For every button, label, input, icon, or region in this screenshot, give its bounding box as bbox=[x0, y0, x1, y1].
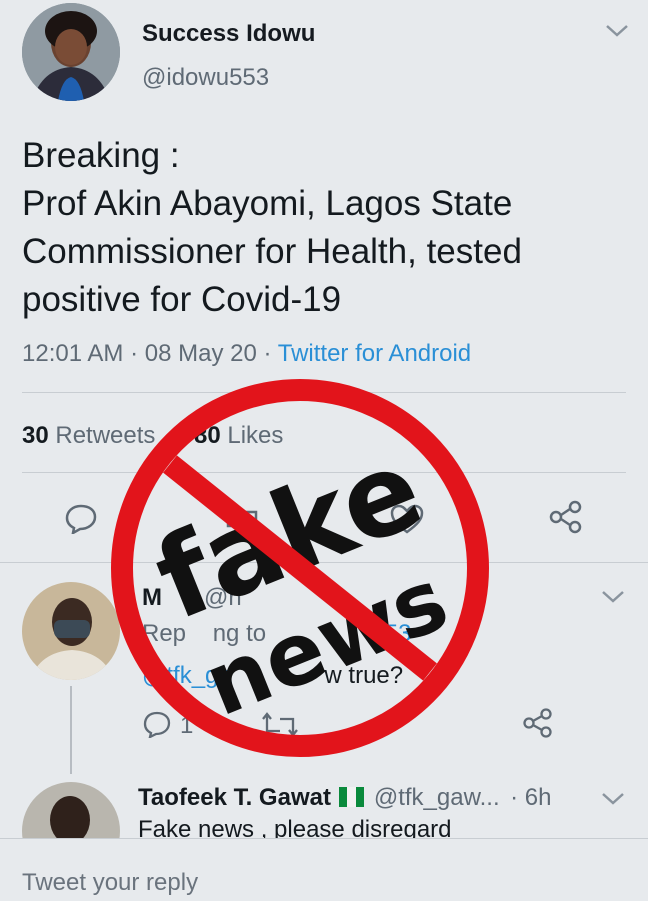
divider bbox=[22, 392, 626, 393]
reply1-reply-count: 1 bbox=[180, 712, 194, 739]
replying-to-text: Rep bbox=[142, 620, 187, 647]
stamp-graphic: fake news bbox=[111, 379, 489, 757]
retweet-icon[interactable] bbox=[262, 712, 298, 738]
retweet-icon[interactable] bbox=[222, 504, 262, 534]
tweet-line: positive for Covid-19 bbox=[22, 280, 342, 319]
reply1-name[interactable]: M bbox=[142, 584, 162, 612]
reply2-name[interactable]: Taofeek T. Gawat bbox=[138, 784, 331, 811]
reply1-mention[interactable]: @tfk_ga bbox=[142, 662, 232, 689]
retweet-label: Retweets bbox=[55, 422, 156, 449]
tweet-meta: 12:01 AM · 08 May 20 · Twitter for Andro… bbox=[22, 340, 471, 368]
nigeria-flag-icon bbox=[339, 787, 365, 812]
like-icon[interactable] bbox=[390, 504, 424, 534]
tweet-line: Prof Akin Abayomi, Lagos State bbox=[22, 184, 513, 223]
divider bbox=[0, 562, 648, 563]
author-handle[interactable]: @idowu553 bbox=[142, 64, 269, 92]
fake-news-stamp: fake news bbox=[104, 372, 496, 764]
reply-avatar[interactable] bbox=[22, 582, 120, 680]
chevron-down-icon[interactable] bbox=[600, 588, 626, 606]
stamp-text-fake: fake bbox=[139, 423, 440, 645]
avatar-portrait bbox=[22, 3, 120, 101]
tweet-line: Breaking : bbox=[22, 136, 180, 175]
replying-to-text: ng to bbox=[212, 620, 267, 647]
reply1-handle[interactable]: @ri bbox=[204, 584, 242, 612]
compose-placeholder[interactable]: Tweet your reply bbox=[22, 869, 198, 897]
chevron-down-icon[interactable] bbox=[600, 790, 626, 808]
reply-icon[interactable] bbox=[64, 502, 98, 534]
reply-icon[interactable] bbox=[142, 710, 172, 738]
tweet-source-link[interactable]: Twitter for Android bbox=[278, 340, 471, 367]
like-stat[interactable]: 80 Likes bbox=[194, 422, 283, 450]
share-icon[interactable] bbox=[522, 708, 554, 738]
author-name[interactable]: Success Idowu bbox=[142, 20, 315, 48]
retweet-stat[interactable]: 30 Retweets bbox=[22, 422, 155, 450]
reply1-body: w true? bbox=[324, 662, 404, 689]
tweet-line: Commissioner for Health, tested bbox=[22, 232, 522, 271]
chevron-down-icon[interactable] bbox=[604, 22, 630, 40]
reply2-handle[interactable]: @tfk_gaw... bbox=[374, 784, 500, 811]
author-avatar[interactable] bbox=[22, 3, 120, 101]
tweet-date: 08 May 20 bbox=[144, 340, 257, 367]
share-icon[interactable] bbox=[548, 500, 584, 534]
replying-to: Rep ng to 53 bbox=[142, 620, 411, 648]
reply2-header: Taofeek T. Gawat @tfk_gaw... · 6h bbox=[138, 784, 551, 812]
replying-to-handle[interactable]: 53 bbox=[385, 620, 412, 647]
reply2-time: · 6h bbox=[510, 784, 552, 811]
meta-separator: · bbox=[130, 340, 139, 367]
retweet-count: 30 bbox=[22, 422, 49, 449]
meta-separator: · bbox=[263, 340, 272, 367]
tweet-time: 12:01 AM bbox=[22, 340, 124, 367]
avatar-portrait bbox=[22, 582, 120, 680]
divider bbox=[22, 472, 626, 473]
reply1-text: @tfk_ga w true? bbox=[142, 662, 403, 690]
like-label: Likes bbox=[227, 422, 284, 449]
tweet-text: Breaking : Prof Akin Abayomi, Lagos Stat… bbox=[22, 132, 642, 324]
compose-bar[interactable]: Tweet your reply bbox=[0, 838, 648, 901]
like-count: 80 bbox=[194, 422, 221, 449]
thread-line bbox=[70, 686, 72, 774]
